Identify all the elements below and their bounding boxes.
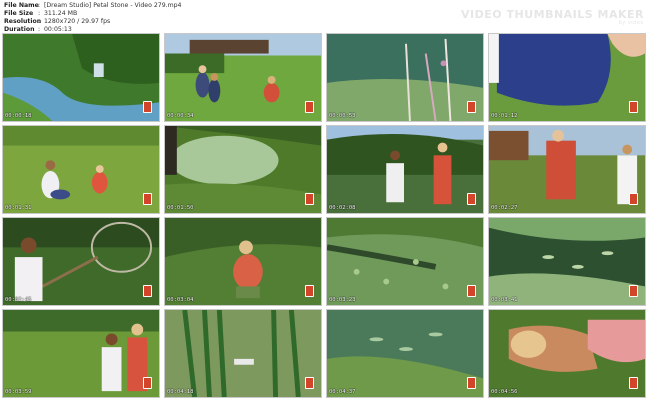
channel-logo-icon [629,377,638,389]
timestamp: 00:01:31 [5,205,32,211]
video-thumbnail[interactable]: 00:04:18 [164,309,322,398]
timestamp: 00:02:27 [491,205,518,211]
timestamp: 00:00:34 [167,113,194,119]
video-thumbnail[interactable]: 00:03:59 [2,309,160,398]
timestamp: 00:03:23 [329,297,356,303]
video-thumbnail[interactable]: 00:04:56 [488,309,646,398]
video-thumbnail[interactable]: 00:00:18 [2,33,160,122]
timestamp: 00:01:12 [491,113,518,119]
info-value: 00:05:13 [44,26,72,33]
video-thumbnail[interactable]: 00:02:08 [326,125,484,214]
video-thumbnail[interactable]: 00:01:50 [164,125,322,214]
thumbnail-image [327,310,483,397]
watermark-brand: VIDEO THUMBNAILS MAKER by video [461,8,644,26]
channel-logo-icon [143,101,152,113]
channel-logo-icon [629,101,638,113]
thumbnail-image [3,310,159,397]
info-row-filename: File Name: [Dream Studio] Petal Stone - V… [4,2,182,10]
info-value: 311.24 MB [44,10,78,17]
timestamp: 00:04:56 [491,389,518,395]
video-thumbnail[interactable]: 00:02:45 [2,217,160,306]
thumbnail-image [489,310,645,397]
video-thumbnail[interactable]: 00:03:41 [488,217,646,306]
channel-logo-icon [143,377,152,389]
channel-logo-icon [629,193,638,205]
brand-title: VIDEO THUMBNAILS MAKER [461,8,644,21]
timestamp: 00:04:37 [329,389,356,395]
timestamp: 00:00:53 [329,113,356,119]
video-thumbnail[interactable]: 00:00:34 [164,33,322,122]
channel-logo-icon [305,377,314,389]
info-row-resolution: Resolution: 1280x720 / 29.97 fps [4,18,182,26]
thumbnail-image [165,34,321,121]
video-thumbnail[interactable]: 00:01:12 [488,33,646,122]
thumbnail-image [327,34,483,121]
video-thumbnail[interactable]: 00:02:27 [488,125,646,214]
video-thumbnail[interactable]: 00:00:53 [326,33,484,122]
timestamp: 00:01:50 [167,205,194,211]
thumbnail-image [165,218,321,305]
info-value: 1280x720 / 29.97 fps [44,18,111,25]
channel-logo-icon [143,285,152,297]
channel-logo-icon [143,193,152,205]
thumbnail-image [3,218,159,305]
thumbnail-image [3,126,159,213]
video-thumbnail[interactable]: 00:04:37 [326,309,484,398]
channel-logo-icon [629,285,638,297]
channel-logo-icon [467,285,476,297]
timestamp: 00:02:45 [5,297,32,303]
file-info-panel: File Name: [Dream Studio] Petal Stone - V… [4,2,182,34]
info-value: [Dream Studio] Petal Stone - Video 279.m… [44,2,182,9]
thumbnail-grid: 00:00:18 00:00:34 00:00:53 00:01:12 00:01:31… [2,33,648,400]
info-key: File Size [4,10,34,17]
info-key: Resolution [4,18,42,25]
video-thumbnail[interactable]: 00:03:23 [326,217,484,306]
thumbnail-image [489,34,645,121]
channel-logo-icon [467,101,476,113]
thumbnail-image [165,310,321,397]
video-thumbnail[interactable]: 00:01:31 [2,125,160,214]
channel-logo-icon [305,193,314,205]
info-key: File Name [4,2,39,9]
timestamp: 00:00:18 [5,113,32,119]
timestamp: 00:03:04 [167,297,194,303]
channel-logo-icon [467,193,476,205]
thumbnail-image [327,126,483,213]
channel-logo-icon [305,285,314,297]
thumbnail-image [489,218,645,305]
timestamp: 00:03:41 [491,297,518,303]
video-thumbnail[interactable]: 00:03:04 [164,217,322,306]
thumbnail-image [165,126,321,213]
channel-logo-icon [305,101,314,113]
thumbnail-image [3,34,159,121]
thumbnail-image [327,218,483,305]
timestamp: 00:03:59 [5,389,32,395]
thumbnail-image [489,126,645,213]
timestamp: 00:02:08 [329,205,356,211]
info-row-filesize: File Size:311.24 MB [4,10,182,18]
channel-logo-icon [467,377,476,389]
timestamp: 00:04:18 [167,389,194,395]
